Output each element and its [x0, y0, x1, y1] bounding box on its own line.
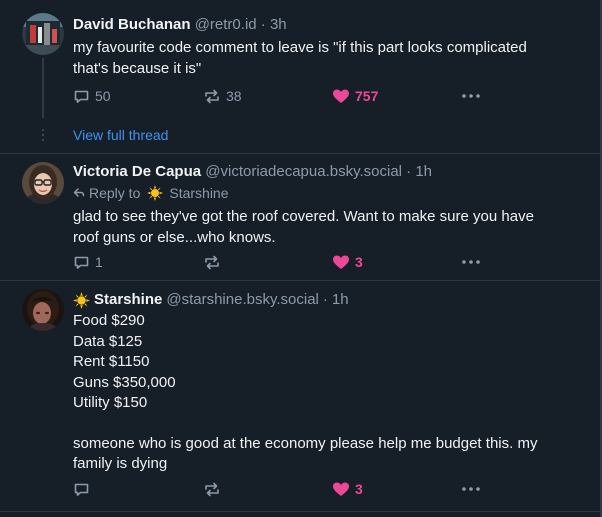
post-david[interactable]: David Buchanan @retr0.id · 3h my favouri…	[0, 0, 600, 120]
post-text: my favourite code comment to leave is "i…	[73, 37, 586, 79]
post-header: Victoria De Capua @victoriadecapua.bsky.…	[73, 162, 586, 182]
separator: ·	[322, 291, 328, 308]
text-line: roof guns or else...who knows.	[73, 229, 276, 246]
like-count: 3	[355, 481, 363, 497]
like-button[interactable]: 3	[332, 252, 363, 272]
text-line: someone who is good at the economy pleas…	[73, 434, 538, 452]
separator: ·	[260, 16, 266, 33]
sun-emoji-icon	[147, 185, 164, 201]
reply-icon	[74, 90, 89, 103]
timestamp[interactable]: 1h	[332, 290, 349, 310]
like-button[interactable]: 757	[332, 86, 378, 106]
reply-button[interactable]: 1	[73, 252, 103, 272]
more-icon	[462, 487, 480, 491]
more-icon	[462, 94, 480, 98]
avatar[interactable]	[22, 289, 64, 331]
post-header: David Buchanan @retr0.id · 3h	[73, 15, 586, 35]
repost-count: 38	[226, 88, 242, 104]
timestamp[interactable]: 1h	[415, 163, 432, 180]
text-line: Data $125	[73, 332, 143, 350]
reply-prefix: Reply to	[89, 185, 141, 201]
post-starshine[interactable]: Starshine @starshine.bsky.social · 1h Fo…	[0, 281, 600, 517]
post-text: glad to see they've got the roof covered…	[73, 206, 586, 248]
repost-icon	[205, 89, 219, 103]
post-actions: 50 38 757	[73, 86, 483, 106]
repost-button[interactable]: 38	[203, 86, 242, 106]
reply-button[interactable]	[73, 479, 95, 499]
text-line: family is dying	[73, 455, 168, 472]
repost-button[interactable]	[203, 479, 226, 499]
more-button[interactable]	[461, 479, 481, 499]
reply-icon	[74, 483, 89, 496]
more-button[interactable]	[461, 86, 481, 106]
view-full-thread-link[interactable]: View full thread	[73, 127, 168, 143]
thread-gap-dots	[42, 129, 44, 144]
handle[interactable]: @starshine.bsky.social	[166, 290, 319, 310]
more-icon	[462, 260, 480, 264]
text-line: Food $290	[73, 312, 145, 329]
sun-emoji-icon	[73, 291, 90, 309]
text-line: Rent $1150	[73, 353, 150, 370]
divider	[0, 511, 600, 512]
reply-count: 50	[95, 88, 111, 104]
display-name[interactable]: Starshine	[94, 290, 162, 310]
avatar[interactable]	[22, 13, 64, 55]
handle[interactable]: @retr0.id	[195, 16, 257, 33]
text-line: my favourite code comment to leave is "i…	[73, 39, 527, 56]
thread-view: David Buchanan @retr0.id · 3h my favouri…	[0, 0, 602, 517]
like-button[interactable]: 3	[332, 479, 363, 499]
like-icon	[333, 89, 349, 103]
display-name[interactable]: David Buchanan	[73, 16, 191, 33]
separator: ·	[406, 163, 412, 180]
reply-to[interactable]: Reply to Starshine	[73, 183, 586, 203]
post-victoria[interactable]: Victoria De Capua @victoriadecapua.bsky.…	[0, 154, 600, 282]
reply-target: Starshine	[169, 185, 229, 201]
text-line	[73, 414, 586, 434]
like-icon	[333, 482, 349, 496]
post-text: Food $290 Data $125 Rent $1150 Guns $350…	[73, 311, 586, 475]
handle[interactable]: @victoriadecapua.bsky.social	[205, 163, 402, 180]
text-line: that's because it is"	[73, 60, 202, 77]
timestamp[interactable]: 3h	[270, 16, 287, 33]
reply-count: 1	[95, 254, 103, 270]
like-count: 757	[355, 88, 379, 104]
repost-icon	[205, 482, 219, 496]
repost-button[interactable]	[203, 252, 226, 272]
post-header: Starshine @starshine.bsky.social · 1h	[73, 290, 586, 310]
more-button[interactable]	[461, 252, 481, 272]
reply-arrow-icon	[73, 188, 85, 197]
display-name[interactable]: Victoria De Capua	[73, 163, 201, 180]
reply-button[interactable]: 50	[73, 86, 111, 106]
avatar[interactable]	[22, 162, 64, 204]
text-line: Utility $150	[73, 394, 148, 411]
thread-line	[42, 58, 44, 118]
post-actions: 1 3	[73, 252, 483, 272]
like-icon	[333, 255, 349, 269]
post-actions: 3	[73, 479, 483, 499]
text-line: Guns $350,000	[73, 373, 176, 391]
text-line: glad to see they've got the roof covered…	[73, 208, 534, 225]
repost-icon	[205, 255, 219, 269]
reply-icon	[74, 256, 89, 269]
like-count: 3	[355, 254, 363, 270]
